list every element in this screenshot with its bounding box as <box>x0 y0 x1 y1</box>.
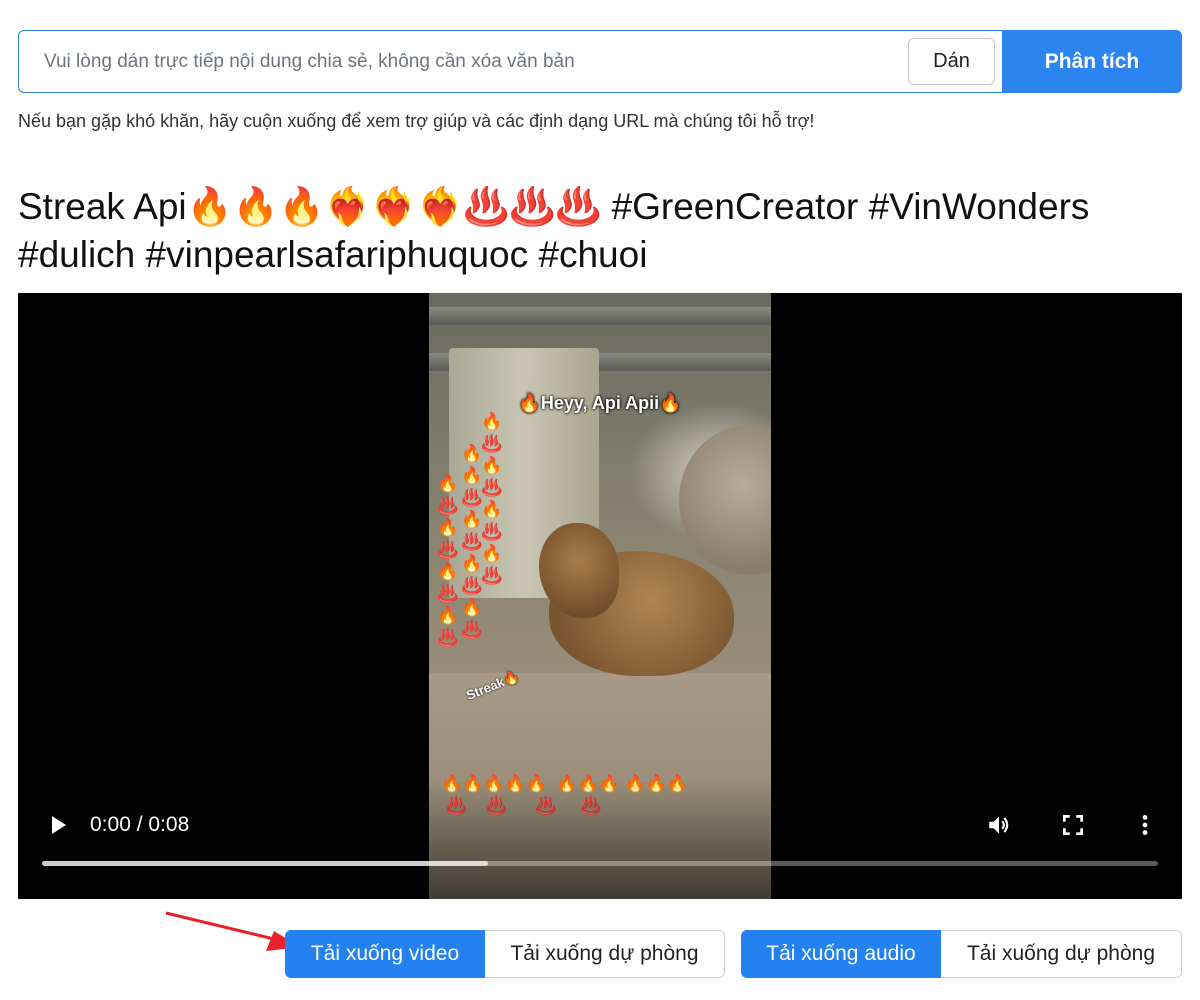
analyze-button[interactable]: Phân tích <box>1002 30 1182 93</box>
download-video-button[interactable]: Tải xuống video <box>285 930 485 978</box>
capybara-background <box>679 425 771 575</box>
emoji-decoration: 🔥 ♨️ 🔥 ♨️ 🔥 ♨️ 🔥 ♨️ <box>437 474 459 647</box>
share-url-bar: Dán Phân tích <box>18 30 1182 93</box>
progress-bar[interactable] <box>42 861 1158 866</box>
emoji-decoration: 🔥 ♨️ 🔥 ♨️ 🔥 ♨️ 🔥 ♨️ <box>481 412 503 585</box>
time-display: 0:00 / 0:08 <box>90 813 190 836</box>
controls-shade <box>18 779 1182 899</box>
video-title: Streak Api🔥🔥🔥❤️‍🔥❤️‍🔥❤️‍🔥♨️♨️♨️ #GreenCr… <box>18 186 1090 275</box>
fullscreen-icon[interactable] <box>1060 812 1086 838</box>
download-audio-backup-button[interactable]: Tải xuống dự phòng <box>941 930 1182 978</box>
paste-button[interactable]: Dán <box>908 38 995 85</box>
download-audio-button[interactable]: Tải xuống audio <box>741 930 941 978</box>
video-overlay-caption: 🔥Heyy, Api Apii🔥 <box>518 393 682 413</box>
volume-icon[interactable] <box>986 812 1012 838</box>
play-icon[interactable] <box>46 813 70 837</box>
emoji-decoration: 🔥 🔥 ♨️ 🔥 ♨️ 🔥 ♨️ 🔥 ♨️ <box>461 444 483 639</box>
more-options-icon[interactable] <box>1132 812 1158 838</box>
share-url-input[interactable] <box>19 31 908 92</box>
video-download-group: Tải xuống video Tải xuống dự phòng <box>285 930 725 978</box>
fence-rail <box>429 307 771 325</box>
help-text: Nếu bạn gặp khó khăn, hãy cuộn xuống để … <box>18 111 815 131</box>
audio-download-group: Tải xuống audio Tải xuống dự phòng <box>741 930 1182 978</box>
video-player[interactable]: 🔥 ♨️ 🔥 ♨️ 🔥 ♨️ 🔥 ♨️ 🔥 🔥 ♨️ 🔥 ♨️ 🔥 ♨️ 🔥 ♨️ 🔥 ♨️ 🔥 ♨️ 🔥 ♨️ 🔥 ♨️ … <box>18 293 1182 899</box>
progress-buffered <box>42 861 489 866</box>
download-video-backup-button[interactable]: Tải xuống dự phòng <box>485 930 725 978</box>
